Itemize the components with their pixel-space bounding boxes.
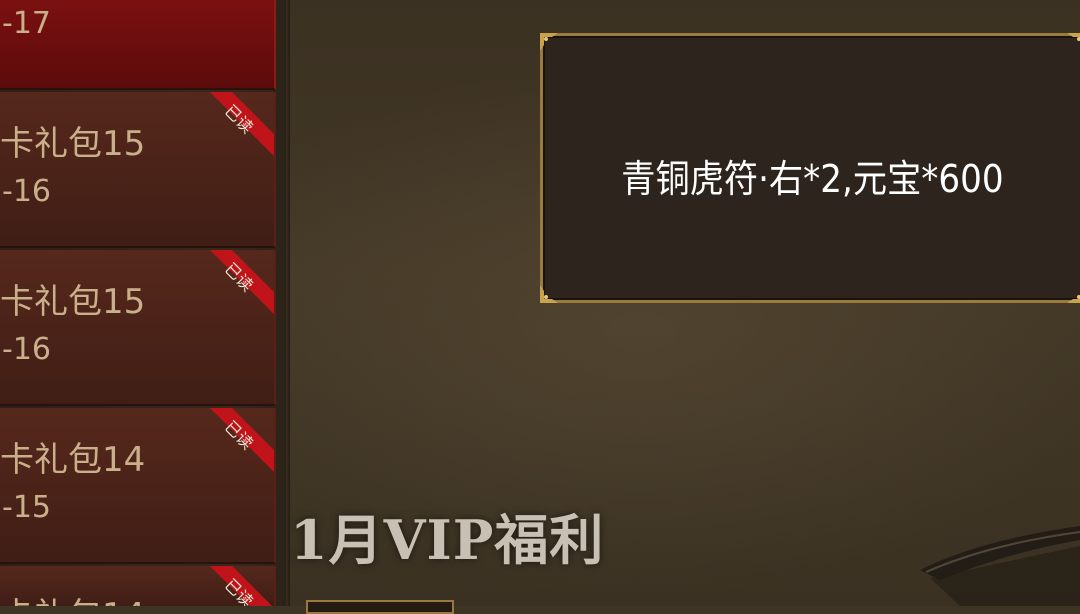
mail-title: 月卡礼包15 [0,282,146,322]
corner-ornament-icon [540,285,558,303]
pavilion-roof-icon [920,526,1080,606]
mail-title: 月卡礼包15 [0,124,146,164]
corner-ornament-icon [1067,33,1080,41]
section-title: 1月VIP福利 [290,508,605,572]
read-badge: 已读 [210,250,274,314]
read-badge: 已读 [210,566,274,606]
mail-title: 月卡礼包14 [0,588,145,606]
reward-panel: 青铜虎符·右*2,元宝*600 [540,33,1080,303]
mail-item[interactable]: 月卡礼包15 -16 已读 [0,250,276,406]
read-badge: 已读 [210,92,274,156]
mail-date: -15 [2,490,51,525]
claim-button[interactable] [306,600,454,614]
mail-date: -17 [2,6,51,41]
mail-date: -16 [2,332,51,367]
reward-text: 青铜虎符·右*2,元宝*600 [621,157,1004,201]
mail-title: 月卡礼包14 [0,440,146,480]
mail-item[interactable]: 月卡礼包15 -16 已读 [0,92,276,248]
mail-item[interactable]: -17 [0,0,276,90]
mail-list-sidebar: -17 月卡礼包15 -16 已读 月卡礼包15 -16 已读 月卡礼包14 -… [0,0,290,606]
mail-item[interactable]: 月卡礼包14 -15 已读 [0,408,276,564]
mail-date: -16 [2,174,51,209]
corner-ornament-icon [1067,295,1080,303]
corner-ornament-icon [540,33,558,51]
read-badge: 已读 [210,408,274,472]
mail-item[interactable]: 月卡礼包14 已读 [0,566,276,606]
